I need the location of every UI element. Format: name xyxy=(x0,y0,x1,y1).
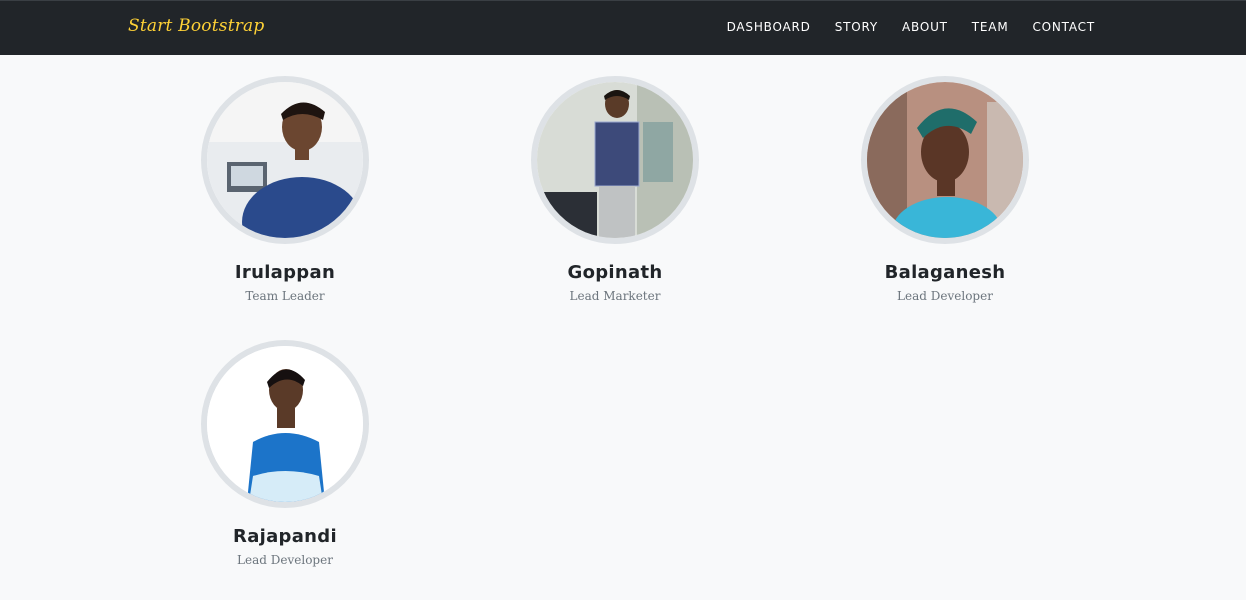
team-member-name: Rajapandi xyxy=(233,526,337,547)
nav-link-contact[interactable]: CONTACT xyxy=(1032,20,1095,34)
team-member-role: Lead Developer xyxy=(237,553,333,567)
team-member-card: Gopinath Lead Marketer xyxy=(495,76,735,303)
team-member-card: Balaganesh Lead Developer xyxy=(825,76,1065,303)
team-member-photo xyxy=(201,76,369,244)
team-member-role: Lead Developer xyxy=(897,289,993,303)
team-member-photo-image xyxy=(207,82,363,238)
team-member-photo-image xyxy=(537,82,693,238)
nav-link-dashboard[interactable]: DASHBOARD xyxy=(727,20,811,34)
team-member-card: Rajapandi Lead Developer xyxy=(165,340,405,567)
nav-link-about[interactable]: ABOUT xyxy=(902,20,948,34)
team-member-role: Team Leader xyxy=(245,289,325,303)
nav-link-team[interactable]: TEAM xyxy=(972,20,1009,34)
nav-link-story[interactable]: STORY xyxy=(835,20,878,34)
team-member-photo xyxy=(531,76,699,244)
nav-links: DASHBOARD STORY ABOUT TEAM CONTACT xyxy=(727,20,1095,34)
navbar: Start Bootstrap DASHBOARD STORY ABOUT TE… xyxy=(0,0,1246,55)
team-member-card: Irulappan Team Leader xyxy=(165,76,405,303)
team-member-photo xyxy=(861,76,1029,244)
team-member-name: Balaganesh xyxy=(884,262,1006,283)
team-member-photo-image xyxy=(867,82,1023,238)
team-member-name: Irulappan xyxy=(234,262,336,283)
brand-logo[interactable]: Start Bootstrap xyxy=(128,16,264,36)
team-member-role: Lead Marketer xyxy=(569,289,661,303)
team-member-photo xyxy=(201,340,369,508)
team-member-photo-image xyxy=(207,346,363,502)
team-member-name: Gopinath xyxy=(567,262,663,283)
